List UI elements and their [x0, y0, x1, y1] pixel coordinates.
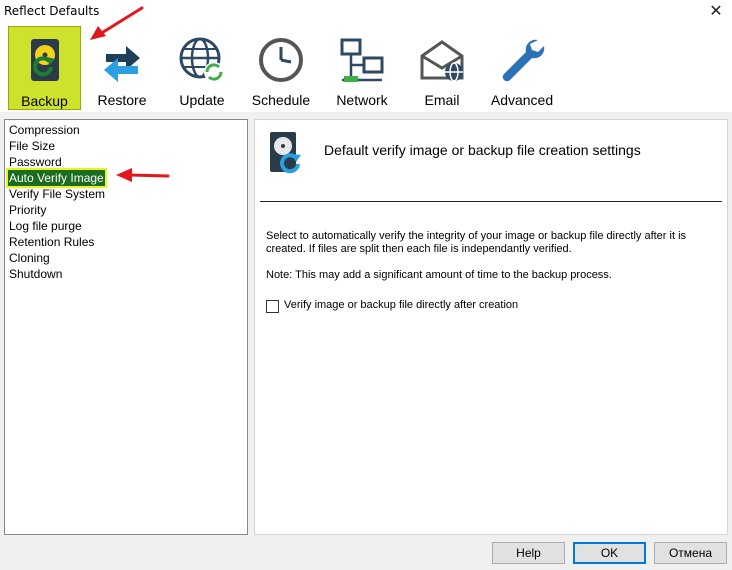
panel-heading: Default verify image or backup file crea…: [324, 142, 641, 158]
backup-drive-icon: [30, 39, 59, 81]
tool-label: Schedule: [251, 92, 311, 108]
tool-schedule[interactable]: Schedule: [246, 26, 316, 110]
tool-label: Email: [424, 92, 460, 108]
toolbar: Backup Restore Update Schedule Network E…: [0, 24, 732, 112]
panel-divider: [260, 201, 722, 202]
list-item-verify-file-system[interactable]: Verify File System: [8, 186, 106, 202]
tool-label: Advanced: [490, 92, 554, 108]
tool-restore[interactable]: Restore: [88, 26, 156, 110]
tool-label: Backup: [21, 93, 68, 109]
list-item-log-file-purge[interactable]: Log file purge: [8, 218, 83, 234]
tool-label: Restore: [97, 92, 147, 108]
email-icon: [420, 40, 464, 82]
verify-checkbox-label[interactable]: Verify image or backup file directly aft…: [284, 299, 518, 311]
list-item-auto-verify-image[interactable]: Auto Verify Image: [6, 168, 107, 188]
close-icon[interactable]: ✕: [706, 1, 726, 21]
cancel-button[interactable]: Отмена: [654, 542, 727, 564]
list-item-retention-rules[interactable]: Retention Rules: [8, 234, 95, 250]
verify-checkbox[interactable]: [266, 300, 279, 313]
clock-icon: [259, 38, 303, 82]
network-icon: [340, 38, 384, 82]
restore-arrows-icon: [104, 46, 140, 82]
list-item-cloning[interactable]: Cloning: [8, 250, 51, 266]
list-item-shutdown[interactable]: Shutdown: [8, 266, 63, 282]
tool-email[interactable]: Email: [408, 26, 476, 110]
tool-update[interactable]: Update: [168, 26, 236, 110]
window-title: Reflect Defaults: [4, 4, 100, 18]
help-button[interactable]: Help: [492, 542, 565, 564]
tool-backup[interactable]: Backup: [8, 26, 81, 110]
panel-note: Note: This may add a significant amount …: [266, 269, 612, 281]
tool-label: Network: [336, 92, 388, 108]
list-item-compression[interactable]: Compression: [8, 122, 81, 138]
wrench-icon: [502, 39, 545, 82]
tool-advanced[interactable]: Advanced: [484, 26, 560, 110]
tool-label: Update: [179, 92, 225, 108]
globe-update-icon: [179, 37, 224, 82]
verify-drive-icon: [270, 132, 301, 174]
title-bar: Reflect Defaults ✕: [0, 0, 732, 24]
list-item-password[interactable]: Password: [8, 154, 63, 170]
list-item-priority[interactable]: Priority: [8, 202, 47, 218]
settings-list: Compression File Size Password Auto Veri…: [4, 119, 248, 535]
tool-network[interactable]: Network: [327, 26, 397, 110]
panel-description: Select to automatically verify the integ…: [266, 230, 687, 255]
settings-panel: Default verify image or backup file crea…: [254, 119, 728, 535]
ok-button[interactable]: OK: [573, 542, 646, 564]
list-item-file-size[interactable]: File Size: [8, 138, 56, 154]
